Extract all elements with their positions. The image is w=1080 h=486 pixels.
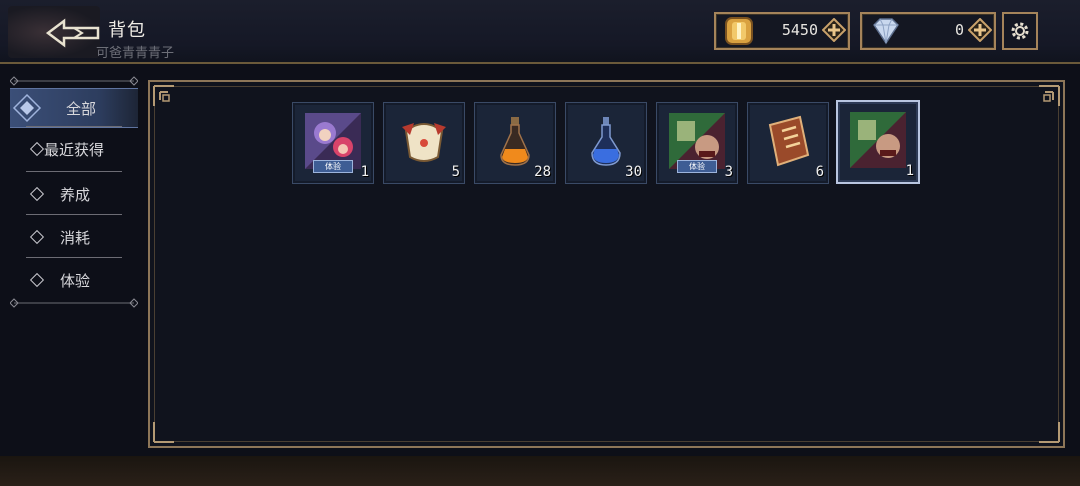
item-count: 6: [815, 164, 824, 180]
tab-recent[interactable]: 最近获得: [10, 130, 138, 168]
gear-icon: [1011, 22, 1029, 40]
diamond-bullet-icon: [29, 141, 45, 157]
orange-potion-icon: [500, 117, 530, 166]
diamond-bullet-icon: [29, 272, 45, 288]
corner-ornament-icon: [153, 422, 174, 443]
category-sidebar: 全部 最近获得 养成 消耗 体验: [0, 72, 145, 322]
inventory-panel: 体验 1 5 28 30 体验 3 6 1: [148, 80, 1065, 448]
inventory-slot[interactable]: 28: [474, 102, 556, 184]
tab-trial[interactable]: 体验: [10, 261, 138, 299]
item-count: 5: [451, 164, 460, 180]
add-gem-button[interactable]: [968, 18, 992, 42]
tab-growth-label: 养成: [60, 186, 91, 204]
divider: [26, 171, 122, 172]
blue-potion-icon: [591, 117, 621, 166]
divider: [26, 214, 122, 215]
divider: [26, 126, 122, 127]
bottom-background: [0, 456, 1080, 486]
settings-button[interactable]: [1002, 12, 1038, 50]
rune-book-icon: [768, 115, 810, 167]
divider: [26, 257, 122, 258]
trial-tag: 体验: [677, 160, 717, 173]
tab-all-label: 全部: [66, 100, 97, 118]
inventory-slot[interactable]: 5: [383, 102, 465, 184]
tab-recent-label: 最近获得: [44, 141, 105, 159]
tab-consumable[interactable]: 消耗: [10, 218, 138, 256]
back-arrow-icon: [46, 18, 100, 48]
add-gold-button[interactable]: [822, 18, 846, 42]
tab-consumable-label: 消耗: [60, 229, 91, 247]
item-count: 3: [724, 164, 733, 180]
item-count: 1: [905, 163, 914, 179]
diamond-bullet-icon: [29, 186, 45, 202]
corner-ornament-icon: [153, 85, 174, 106]
hero-card-goblin-icon: [850, 112, 906, 168]
corner-ornament-icon: [1039, 85, 1060, 106]
page-title: 背包: [108, 20, 146, 41]
gem-counter: 0: [860, 12, 996, 50]
top-bar: 背包 可爸青青青子 5450 0: [0, 0, 1080, 64]
item-count: 1: [360, 164, 369, 180]
player-name: 可爸青青青子: [96, 46, 175, 61]
gold-counter: 5450: [714, 12, 850, 50]
inventory-slot[interactable]: 30: [565, 102, 647, 184]
trial-tag: 体验: [313, 160, 353, 173]
sidebar-bottom-ornament: [10, 298, 138, 308]
diamond-bullet-icon: [29, 229, 45, 245]
back-button[interactable]: [8, 6, 100, 58]
diamond-icon: [873, 18, 899, 45]
backpack-screen: 背包 可爸青青青子 5450 0 全部 最近获得 养成 消耗 体验 体验 1 5…: [0, 0, 1080, 486]
sidebar-top-ornament: [10, 76, 138, 86]
gold-coin-icon: [725, 17, 753, 45]
tab-trial-label: 体验: [60, 272, 91, 290]
inventory-slot[interactable]: 体验 3: [656, 102, 738, 184]
gold-amount: 5450: [781, 21, 818, 39]
inventory-slot-selected[interactable]: 1: [836, 100, 920, 184]
selected-diamond-icon: [12, 93, 42, 123]
tab-all[interactable]: 全部: [10, 88, 138, 128]
cloth-bundle-icon: [402, 123, 446, 162]
inventory-slot[interactable]: 体验 1: [292, 102, 374, 184]
tab-growth[interactable]: 养成: [10, 175, 138, 213]
gem-amount: 0: [954, 21, 964, 39]
inventory-slot[interactable]: 6: [747, 102, 829, 184]
corner-ornament-icon: [1039, 422, 1060, 443]
item-count: 28: [534, 164, 551, 180]
item-count: 30: [625, 164, 642, 180]
